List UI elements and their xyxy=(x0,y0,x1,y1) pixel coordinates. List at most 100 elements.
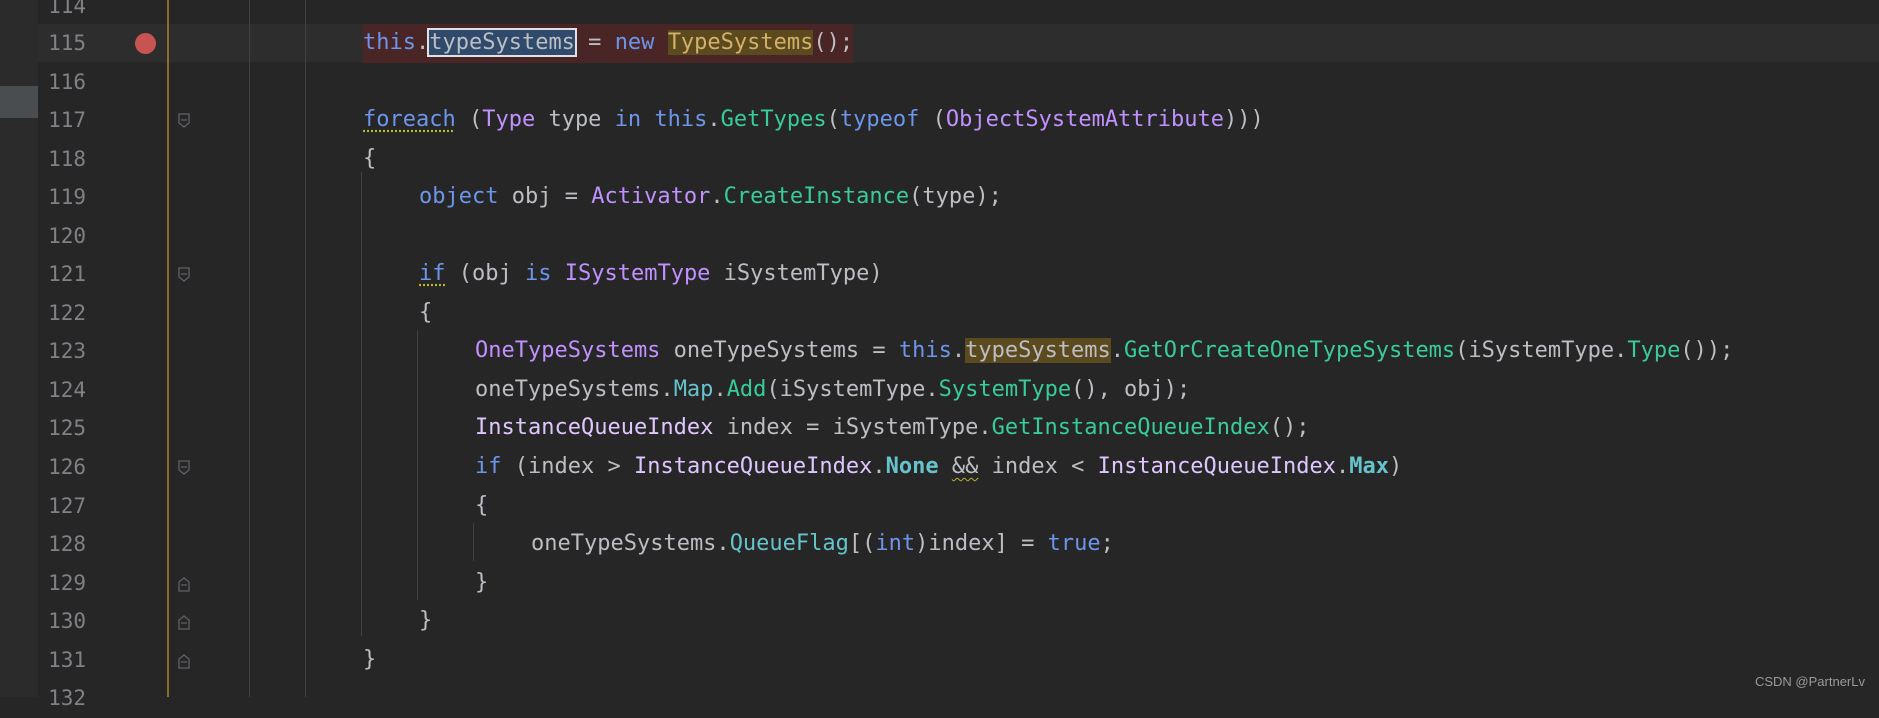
token: in xyxy=(614,107,642,132)
fold-icon[interactable] xyxy=(178,113,190,129)
token: { xyxy=(363,146,377,171)
token: typeof xyxy=(839,107,920,132)
token: Map xyxy=(673,377,714,402)
breakpoint-icon[interactable] xyxy=(135,33,156,54)
token: } xyxy=(363,647,377,672)
code-text[interactable]: oneTypeSystems.QueueFlag[(int)index] = t… xyxy=(531,525,1114,564)
code-line: 122 { xyxy=(0,294,1879,333)
token: oneTypeSystems. xyxy=(531,531,730,556)
token: OneTypeSystems xyxy=(475,338,661,363)
code-line: 117 foreach (Type type in this.GetTypes(… xyxy=(0,101,1879,140)
token: . xyxy=(1336,454,1350,479)
code-text[interactable]: if (obj is ISystemType iSystemType) xyxy=(419,255,883,294)
code-text[interactable]: if (index > InstanceQueueIndex.None && i… xyxy=(475,448,1402,487)
token: InstanceQueueIndex xyxy=(1097,454,1337,479)
token: = xyxy=(574,30,615,55)
token: None xyxy=(885,454,939,479)
code-text[interactable]: } xyxy=(475,564,488,603)
token: { xyxy=(475,493,489,518)
code-line: 115 this.typeSystems = new TypeSystems()… xyxy=(0,24,1879,63)
code-text[interactable]: { xyxy=(475,487,488,526)
code-text[interactable]: } xyxy=(419,602,432,641)
code-line: 120 xyxy=(0,217,1879,256)
code-line: 123 OneTypeSystems oneTypeSystems = this… xyxy=(0,332,1879,371)
line-number: 132 xyxy=(48,686,86,710)
code-text[interactable]: object obj = Activator.CreateInstance(ty… xyxy=(419,178,1002,217)
token: index = iSystemType. xyxy=(713,415,992,440)
code-text[interactable]: foreach (Type type in this.GetTypes(type… xyxy=(363,101,1264,140)
code-line: 119 object obj = Activator.CreateInstanc… xyxy=(0,178,1879,217)
code-text[interactable]: } xyxy=(363,641,376,680)
code-line: 132 xyxy=(0,679,1879,718)
token: ; xyxy=(1100,531,1114,556)
highlighted-token: typeSystems xyxy=(965,338,1111,363)
code-line: 126 if (index > InstanceQueueIndex.None … xyxy=(0,448,1879,487)
token: this xyxy=(898,338,952,363)
token: { xyxy=(419,300,433,325)
token: InstanceQueueIndex xyxy=(633,454,873,479)
line-number: 119 xyxy=(48,185,86,209)
token: ( xyxy=(501,454,528,479)
line-number: 130 xyxy=(48,609,86,633)
token: index < xyxy=(978,454,1098,479)
token: . xyxy=(415,30,430,55)
fold-icon[interactable] xyxy=(178,267,190,283)
line-number: 118 xyxy=(48,147,86,171)
line-number: 114 xyxy=(48,0,86,18)
token: ( xyxy=(455,107,483,132)
code-line: 131 } xyxy=(0,641,1879,680)
code-line: 118 { xyxy=(0,140,1879,179)
token: ISystemType xyxy=(564,261,711,286)
token: QueueFlag xyxy=(729,531,849,556)
token: type xyxy=(535,107,615,132)
token: ObjectSystemAttribute xyxy=(945,107,1225,132)
code-text[interactable]: oneTypeSystems.Map.Add(iSystemType.Syste… xyxy=(475,371,1190,410)
fold-end-icon[interactable] xyxy=(178,653,190,669)
token: . xyxy=(713,377,727,402)
token: if xyxy=(475,454,502,479)
line-number: 116 xyxy=(48,70,86,94)
token: InstanceQueueIndex xyxy=(475,415,714,440)
token: GetTypes xyxy=(720,107,827,132)
token: ) xyxy=(1389,454,1403,479)
token: . xyxy=(872,454,886,479)
code-line: 116 xyxy=(0,63,1879,102)
code-text[interactable]: { xyxy=(363,140,376,179)
code-line: 124 oneTypeSystems.Map.Add(iSystemType.S… xyxy=(0,371,1879,410)
token: Add xyxy=(726,377,767,402)
code-line: 128 oneTypeSystems.QueueFlag[(int)index]… xyxy=(0,525,1879,564)
code-text[interactable]: OneTypeSystems oneTypeSystems = this.typ… xyxy=(475,332,1733,371)
fold-end-icon[interactable] xyxy=(178,576,190,592)
code-text[interactable]: { xyxy=(419,294,432,333)
watermark: CSDN @PartnerLv xyxy=(1754,674,1865,689)
token: ( xyxy=(826,107,840,132)
line-number: 122 xyxy=(48,301,86,325)
token: int xyxy=(875,531,916,556)
token: (type); xyxy=(909,184,1002,209)
token: if xyxy=(419,261,446,286)
token: . xyxy=(707,107,721,132)
line-number: 131 xyxy=(48,648,86,672)
token: (); xyxy=(813,30,854,55)
token: GetOrCreateOneTypeSystems xyxy=(1124,338,1456,363)
code-text[interactable]: this.typeSystems = new TypeSystems(); xyxy=(363,24,854,63)
token: . xyxy=(710,184,724,209)
fold-end-icon[interactable] xyxy=(178,614,190,630)
code-text[interactable]: InstanceQueueIndex index = iSystemType.G… xyxy=(475,409,1309,448)
code-line: 130 } xyxy=(0,602,1879,641)
token: && xyxy=(951,454,979,479)
selected-token[interactable]: typeSystems xyxy=(427,28,577,57)
token: true xyxy=(1047,531,1101,556)
token: Activator xyxy=(591,184,711,209)
line-number: 127 xyxy=(48,494,86,518)
token: (); xyxy=(1269,415,1310,440)
token: TypeSystems xyxy=(667,30,814,55)
token: CreateInstance xyxy=(723,184,910,209)
fold-icon[interactable] xyxy=(178,460,190,476)
token: (iSystemType. xyxy=(1455,338,1628,363)
token: Type xyxy=(482,107,536,132)
token: (), obj); xyxy=(1071,377,1191,402)
token: foreach xyxy=(363,107,456,132)
